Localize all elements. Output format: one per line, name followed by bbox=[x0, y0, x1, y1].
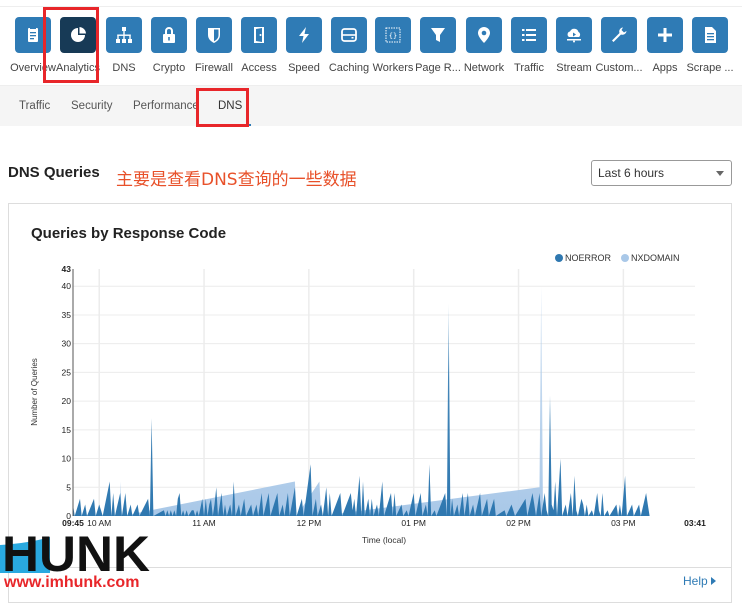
help-label: Help bbox=[683, 574, 708, 588]
queries-chart: 05101520253035404309:45 10 AM 11 AM 12 PM 01… bbox=[30, 264, 706, 545]
x-tick-label: 03:41 bbox=[684, 518, 706, 528]
caret-right-icon bbox=[710, 577, 716, 585]
watermark-logo: HUNK bbox=[0, 527, 150, 575]
series-area-noerror bbox=[73, 303, 650, 516]
x-tick-label: 11 AM bbox=[192, 518, 215, 528]
x-tick-label: 03 PM bbox=[611, 518, 636, 528]
y-tick-label: 35 bbox=[62, 310, 72, 320]
y-tick-label: 40 bbox=[62, 281, 72, 291]
x-axis-label: Time (local) bbox=[362, 535, 406, 545]
y-tick-label: 10 bbox=[62, 454, 72, 464]
y-tick-label: 25 bbox=[62, 367, 72, 377]
y-axis-label: Number of Queries bbox=[30, 358, 39, 426]
y-tick-label: 20 bbox=[62, 396, 72, 406]
x-tick-label: 02 PM bbox=[506, 518, 531, 528]
help-link[interactable]: Help bbox=[683, 574, 716, 588]
watermark-url: www.imhunk.com bbox=[4, 574, 140, 591]
y-tick-label: 30 bbox=[62, 339, 72, 349]
x-tick-label: 12 PM bbox=[297, 518, 322, 528]
y-tick-label: 5 bbox=[66, 482, 71, 492]
logo-text: HUNK bbox=[2, 527, 150, 575]
y-tick-label: 15 bbox=[62, 425, 72, 435]
y-tick-label: 43 bbox=[62, 264, 72, 274]
x-tick-label: 01 PM bbox=[401, 518, 426, 528]
